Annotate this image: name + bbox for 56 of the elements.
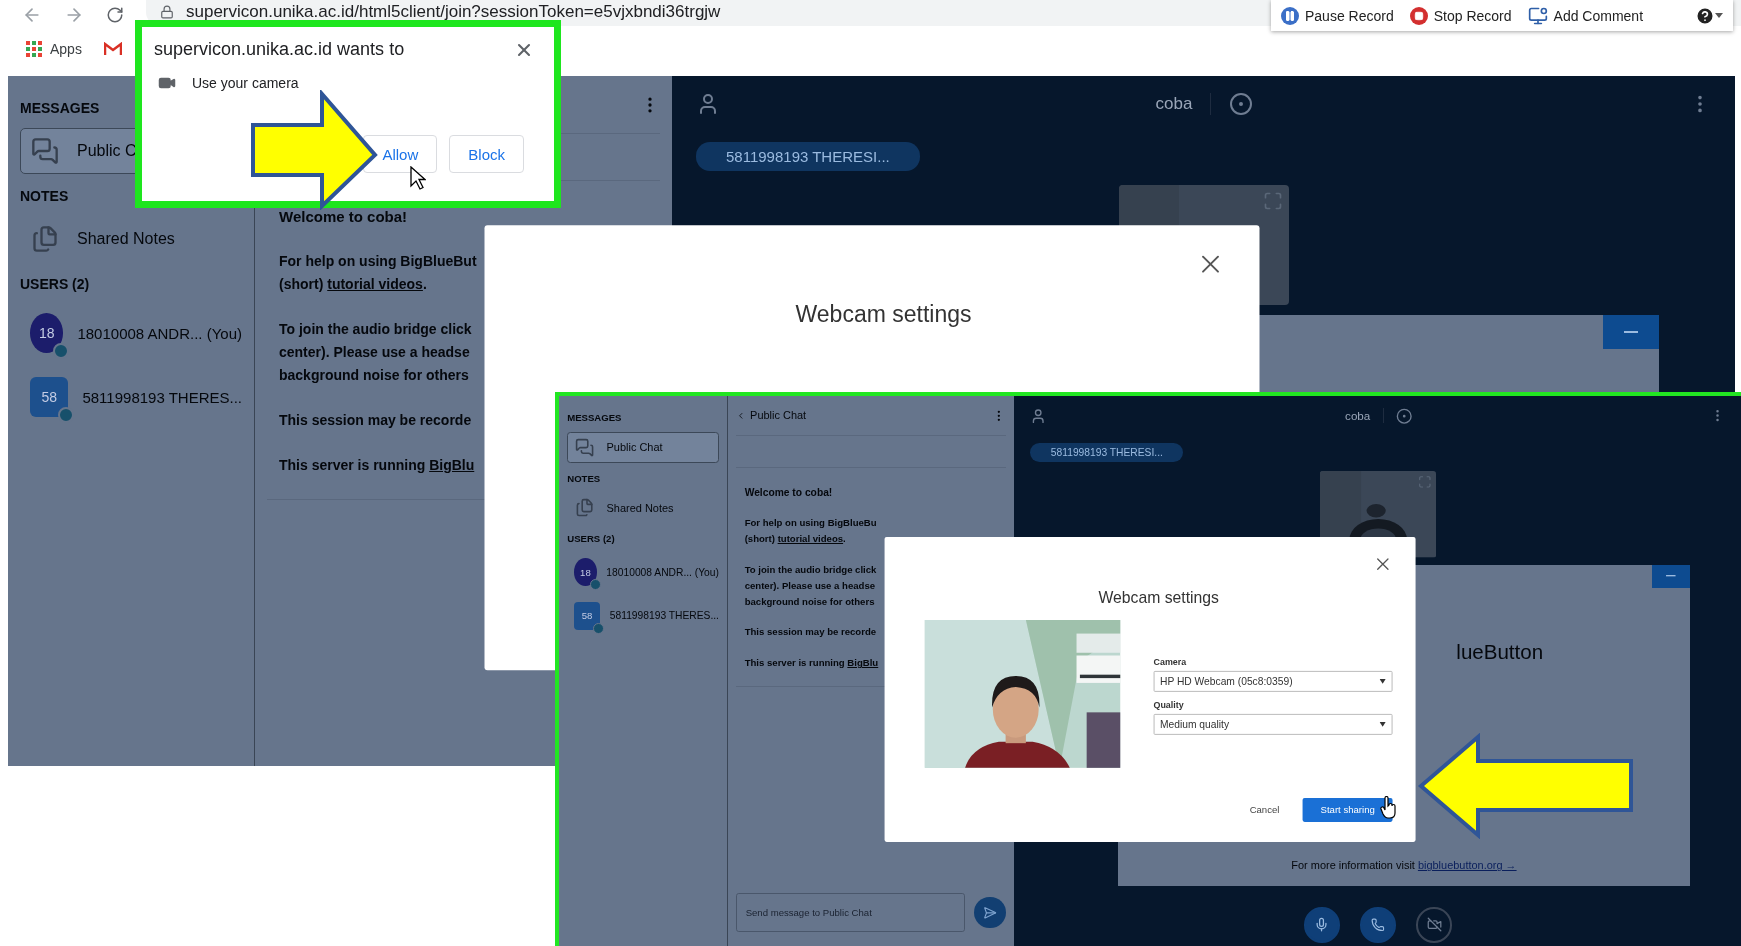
chat-title: Public Chat [750,409,808,422]
avatar-initials: 58 [581,610,593,622]
meeting-title: coba [1345,409,1371,423]
welcome-message: Welcome to coba! [279,207,408,227]
permission-request: Use your camera [192,75,299,91]
sidebar-item[interactable]: Shared Notes [20,216,242,262]
chat-message: This server is running BigBlu [744,656,879,671]
chat-message: For help on using BigBlueBu (short) tutorial videos. [744,516,877,547]
item-label: Shared Notes [77,230,175,248]
chat-message: This session may be recorde [744,625,877,640]
cancel-button[interactable]: Cancel [1246,798,1283,822]
item-label: Shared Notes [606,501,674,514]
toolbar-button[interactable]: Pause Record [1281,6,1394,25]
sidebar-item[interactable]: Shared Notes [567,491,719,524]
welcome-message: Welcome to coba! [744,485,833,500]
section-heading: NOTES [20,188,70,204]
user-name[interactable]: 18010008 ANDR... (You) [77,324,242,342]
toolbar-button[interactable]: Add Comment [1527,5,1644,26]
allow-button[interactable]: Allow [363,135,438,173]
link[interactable]: BigBlu [429,457,475,473]
section-heading: MESSAGES [567,412,623,424]
section-heading: NOTES [567,472,602,484]
slide-heading: lueButton [1456,639,1545,664]
meeting-title: coba [1155,93,1193,114]
section-heading: USERS (2) [20,276,91,292]
chat-message: This session may be recorde [279,411,472,430]
field-label: Camera [1153,656,1188,667]
start-button[interactable]: Start sharing [1302,798,1393,822]
section-heading: MESSAGES [20,100,101,116]
user-name[interactable]: 5811998193 THERES... [609,610,719,622]
avatar-initials: 58 [41,389,57,405]
toolbar-button[interactable]: Stop Record [1409,6,1512,25]
message-input[interactable]: Send message to Public Chat [736,893,965,932]
presenter-tag: 5811998193 THERESI... [1030,442,1184,462]
link[interactable]: BigBlu [847,657,879,669]
link[interactable]: bigbluebutton.org → [1417,859,1517,872]
bookmark[interactable]: Apps [50,41,82,57]
slide-footer: For more information visit bigbluebutton.org → [1291,859,1517,872]
chat-message: To join the audio bridge click center). Please use a headse background noise for others [279,320,472,385]
avatar-initials: 18 [38,325,55,341]
sidebar-item[interactable]: Public Chat [567,431,719,464]
popup-title: supervicon.unika.ac.id wants to [154,39,405,60]
item-label: Public Chat [606,441,663,454]
chat-message: To join the audio bridge click center). Please use a headse background noise for others [744,563,877,609]
user-name[interactable]: 5811998193 THERES... [82,388,242,406]
field-label: Quality [1153,699,1185,710]
section-heading: USERS (2) [567,533,616,544]
link[interactable]: tutorial videos [327,276,423,292]
dialog-title: Webcam settings [795,301,972,329]
presenter-tag: 5811998193 THERESI... [696,141,920,171]
user-name[interactable]: 18010008 ANDR... (You) [606,566,719,578]
chat-message: For help on using BigBlueBut (short) tutorial videos. [279,252,477,294]
dialog-title: Webcam settings [1098,589,1219,608]
block-button[interactable]: Block [449,135,524,173]
avatar-initials: 18 [580,566,591,578]
chat-message: This server is running BigBlu [279,456,475,475]
